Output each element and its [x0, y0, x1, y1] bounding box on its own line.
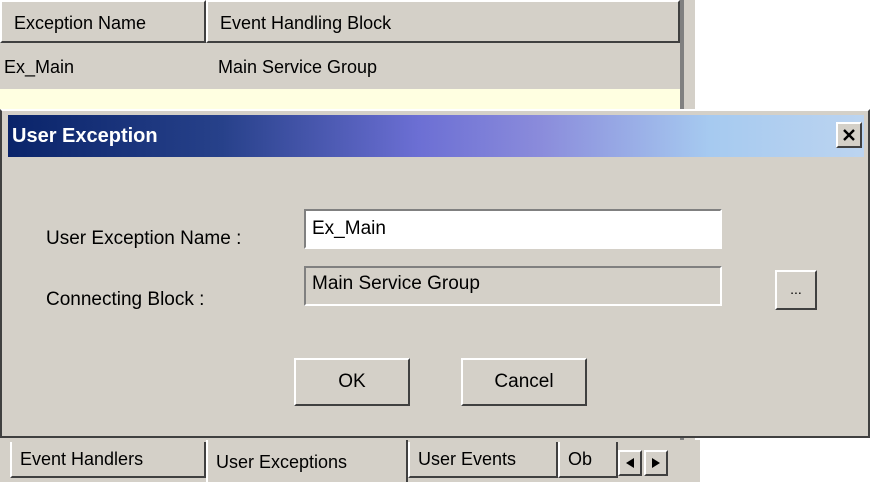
cell-exception-name: Ex_Main: [4, 57, 75, 77]
dialog-titlebar[interactable]: User Exception: [8, 115, 864, 157]
tab-event-handlers[interactable]: Event Handlers: [10, 442, 206, 478]
user-exception-dialog: User Exception User Exception Name : Ex_…: [0, 109, 870, 438]
column-header-exception-name[interactable]: Exception Name: [0, 0, 206, 43]
close-button[interactable]: [836, 122, 862, 148]
connecting-block-field: Main Service Group: [304, 266, 722, 306]
table-row[interactable]: Ex_Main Main Service Group: [0, 45, 680, 89]
cancel-button[interactable]: Cancel: [461, 358, 587, 406]
tab-scroll-left-button[interactable]: [618, 450, 642, 476]
arrow-right-icon: [652, 458, 660, 468]
arrow-left-icon: [626, 458, 634, 468]
tab-user-events[interactable]: User Events: [408, 442, 558, 478]
tab-objects[interactable]: Ob: [558, 442, 618, 478]
user-exception-name-label: User Exception Name :: [46, 228, 242, 249]
browse-button[interactable]: ...: [775, 270, 817, 310]
tab-bar: Event Handlers User Exceptions User Even…: [0, 440, 700, 482]
ok-button[interactable]: OK: [294, 358, 410, 406]
column-header-event-handling-block[interactable]: Event Handling Block: [206, 0, 680, 43]
table-header: Exception Name Event Handling Block: [0, 0, 680, 43]
user-exception-name-input[interactable]: Ex_Main: [304, 209, 722, 249]
connecting-block-label: Connecting Block :: [46, 289, 205, 310]
tab-scroll-right-button[interactable]: [644, 450, 668, 476]
dialog-title: User Exception: [12, 125, 158, 147]
cell-event-handling-block: Main Service Group: [218, 57, 378, 77]
close-x-icon: [843, 129, 855, 141]
tab-user-exceptions[interactable]: User Exceptions: [206, 440, 408, 482]
